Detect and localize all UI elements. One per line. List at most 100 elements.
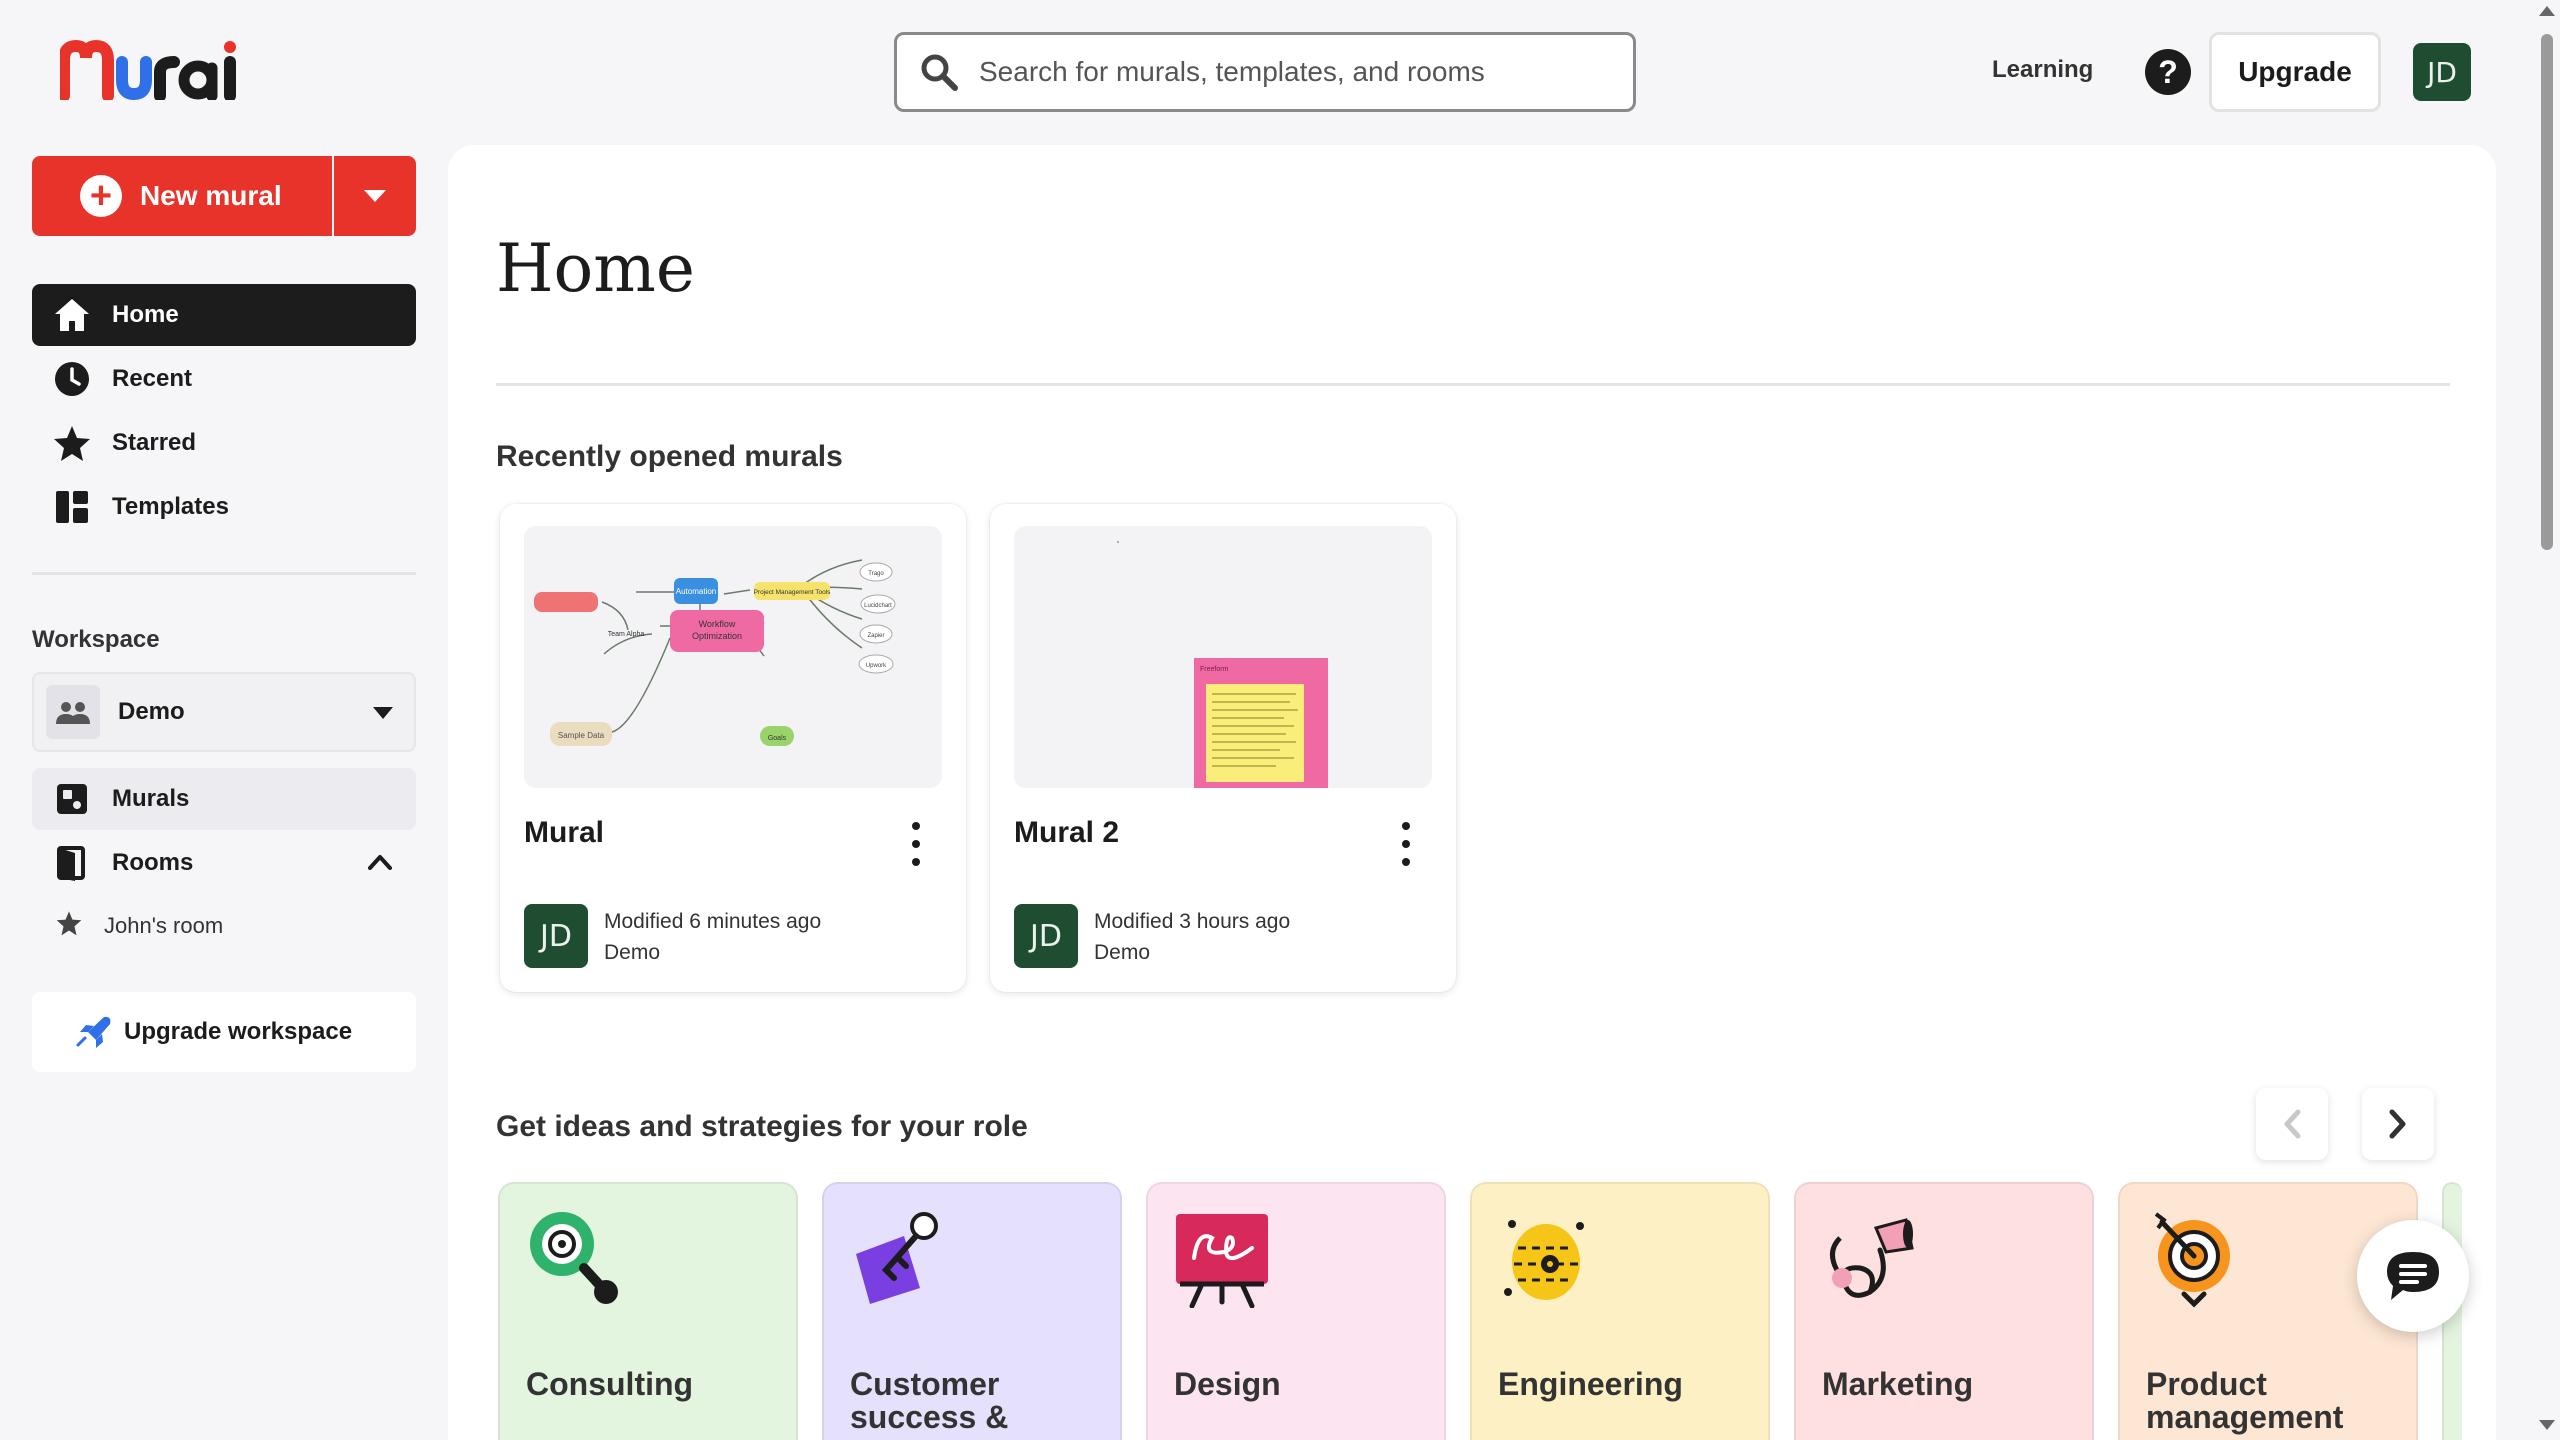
home-icon bbox=[52, 295, 92, 335]
rocket-icon bbox=[76, 1016, 111, 1048]
thumb-leaf-label: Trago bbox=[868, 571, 884, 577]
mural-card[interactable]: Workflow Optimization Automation Project… bbox=[500, 504, 966, 992]
scroll-down-arrow[interactable] bbox=[2539, 1420, 2555, 1430]
chat-button[interactable] bbox=[2357, 1220, 2469, 1332]
target-icon bbox=[2154, 1212, 2230, 1308]
thumb-leaf-label: Upwork bbox=[866, 663, 887, 669]
gear-hive-icon bbox=[1504, 1220, 1584, 1300]
role-card-marketing[interactable]: Marketing bbox=[1794, 1182, 2094, 1440]
thumb-leaf-label: Zapier bbox=[867, 633, 884, 639]
thumb-note-title: Freeform bbox=[1200, 666, 1229, 673]
mural-thumbnail: Workflow Optimization Automation Project… bbox=[524, 526, 942, 788]
room-label: John's room bbox=[104, 913, 224, 938]
thumb-tools-label: Project Management Tools bbox=[754, 589, 832, 596]
role-label: Design bbox=[1174, 1366, 1281, 1402]
templates-icon bbox=[52, 487, 92, 527]
mural-modified: Modified 3 hours ago bbox=[1094, 910, 1291, 933]
page-scrollbar[interactable] bbox=[2534, 0, 2560, 1440]
key-envelope-icon bbox=[856, 1212, 938, 1304]
more-options-icon[interactable] bbox=[1396, 822, 1416, 866]
search-icon bbox=[921, 54, 958, 91]
thumb-center-label: Workflow bbox=[699, 619, 736, 629]
role-label: Engineering bbox=[1498, 1366, 1683, 1402]
megaphone-icon bbox=[1830, 1218, 1914, 1298]
new-mural-button[interactable]: + New mural bbox=[32, 156, 332, 236]
sidebar-item-starred[interactable]: Starred bbox=[32, 412, 416, 474]
chevron-right-icon bbox=[2389, 1109, 2406, 1139]
chevron-down-icon bbox=[364, 190, 386, 202]
mural-thumbnail: Freeform bbox=[1014, 526, 1432, 788]
upgrade-button[interactable]: Upgrade bbox=[2209, 32, 2381, 112]
clock-icon bbox=[52, 359, 92, 399]
mural-title: Mural 2 bbox=[1014, 816, 1120, 849]
sidebar-item-label: Rooms bbox=[112, 849, 194, 876]
mural-title: Mural bbox=[524, 816, 605, 849]
sidebar-item-label: Home bbox=[112, 301, 179, 328]
team-icon bbox=[46, 685, 100, 739]
role-card-customer-success[interactable]: Customer success & bbox=[822, 1182, 1122, 1440]
mural-meta: Modified 3 hours ago Demo bbox=[1094, 906, 1290, 968]
chevron-down-icon bbox=[373, 707, 393, 719]
owner-avatar: JD bbox=[524, 904, 588, 968]
sidebar-item-label: Templates bbox=[112, 493, 229, 520]
help-icon[interactable]: ? bbox=[2145, 49, 2191, 95]
role-card-design[interactable]: Design bbox=[1146, 1182, 1446, 1440]
upgrade-workspace-button[interactable]: Upgrade workspace bbox=[32, 992, 416, 1072]
role-card-engineering[interactable]: Engineering bbox=[1470, 1182, 1770, 1440]
workspace-selector[interactable]: Demo bbox=[32, 672, 416, 752]
thumb-goals-label: Goals bbox=[768, 735, 787, 742]
mural-meta: Modified 6 minutes ago Demo bbox=[604, 906, 821, 968]
sidebar-item-recent[interactable]: Recent bbox=[32, 348, 416, 410]
title-divider bbox=[496, 383, 2450, 386]
workspace-heading: Workspace bbox=[32, 626, 160, 653]
star-icon bbox=[52, 423, 92, 463]
workspace-name: Demo bbox=[118, 698, 185, 725]
thumb-sample-label: Sample Data bbox=[558, 731, 605, 740]
role-card-consulting[interactable]: Consulting bbox=[498, 1182, 798, 1440]
recent-murals-heading: Recently opened murals bbox=[496, 440, 843, 473]
thumb-leaf-label: Lucidchart bbox=[864, 603, 892, 609]
sidebar-item-rooms[interactable]: Rooms bbox=[32, 832, 416, 894]
sidebar-divider bbox=[32, 572, 416, 575]
sidebar-item-murals[interactable]: Murals bbox=[32, 768, 416, 830]
new-mural-split-button: + New mural bbox=[32, 156, 416, 236]
upgrade-workspace-label: Upgrade workspace bbox=[124, 1018, 353, 1045]
room-item-johns-room[interactable]: John's room bbox=[56, 910, 223, 942]
more-options-icon[interactable] bbox=[906, 822, 926, 866]
star-icon bbox=[56, 910, 82, 942]
role-label: Consulting bbox=[526, 1366, 694, 1402]
scroll-up-arrow[interactable] bbox=[2539, 6, 2555, 16]
new-mural-dropdown-button[interactable] bbox=[334, 156, 416, 236]
carousel-prev-button[interactable] bbox=[2256, 1088, 2328, 1160]
role-label: Marketing bbox=[1822, 1366, 1974, 1402]
chevron-up-icon[interactable] bbox=[368, 854, 392, 870]
murals-icon bbox=[52, 779, 92, 819]
sidebar-item-home[interactable]: Home bbox=[32, 284, 416, 346]
chevron-left-icon bbox=[2284, 1109, 2301, 1139]
thumb-team-label: Team Alpha bbox=[608, 631, 645, 638]
thumb-automation-label: Automation bbox=[676, 587, 716, 596]
mural-card[interactable]: Freeform Mural 2 JD Modified 3 hours ago… bbox=[990, 504, 1456, 992]
easel-icon bbox=[1176, 1214, 1268, 1308]
user-avatar[interactable]: JD bbox=[2413, 43, 2471, 101]
sidebar-item-label: Starred bbox=[112, 429, 197, 456]
scrollbar-thumb[interactable] bbox=[2541, 34, 2553, 550]
search-bar[interactable] bbox=[894, 32, 1636, 112]
search-input[interactable] bbox=[979, 56, 1579, 88]
page-title: Home bbox=[496, 230, 695, 307]
carousel-next-button[interactable] bbox=[2362, 1088, 2434, 1160]
mural-modified: Modified 6 minutes ago bbox=[604, 910, 822, 933]
thumb-center-label-2: Optimization bbox=[692, 631, 742, 641]
chat-icon bbox=[2387, 1252, 2439, 1300]
plus-icon: + bbox=[80, 175, 122, 217]
sidebar-item-templates[interactable]: Templates bbox=[32, 476, 416, 538]
role-label: Product management bbox=[2146, 1366, 2344, 1435]
new-mural-label: New mural bbox=[140, 180, 282, 211]
roles-heading: Get ideas and strategies for your role bbox=[496, 1110, 1028, 1143]
mural-workspace: Demo bbox=[1094, 941, 1151, 964]
learning-link[interactable]: Learning bbox=[1992, 56, 2093, 84]
sidebar-item-label: Recent bbox=[112, 365, 193, 392]
owner-avatar: JD bbox=[1014, 904, 1078, 968]
role-label: Customer success & bbox=[850, 1366, 1009, 1435]
mural-logo[interactable] bbox=[58, 38, 270, 102]
